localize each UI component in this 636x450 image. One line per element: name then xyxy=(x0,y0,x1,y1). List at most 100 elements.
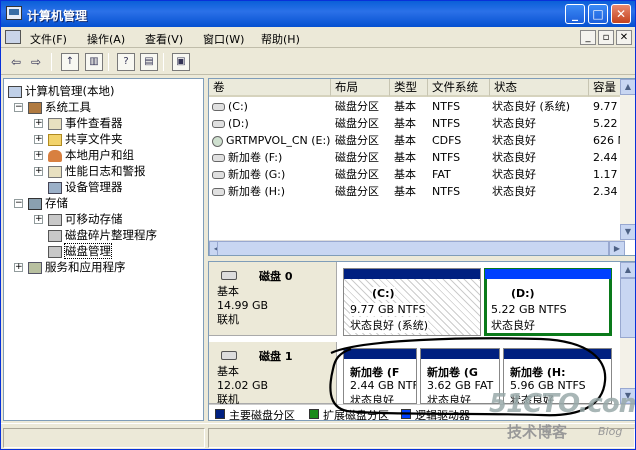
maximize-button[interactable]: □ xyxy=(588,4,608,24)
storage-icon xyxy=(28,197,42,210)
partition-bar xyxy=(504,349,611,359)
performance-icon xyxy=(48,165,62,178)
tree-services-apps[interactable]: 服务和应用程序 xyxy=(28,259,126,275)
partition-title: 新加卷 (H: xyxy=(510,366,566,379)
device-manager-icon xyxy=(48,181,62,194)
expand-toggle[interactable]: + xyxy=(34,167,43,176)
expand-toggle[interactable]: + xyxy=(14,263,23,272)
tree-storage[interactable]: 存储 xyxy=(28,195,68,211)
users-icon xyxy=(48,149,62,162)
menu-window[interactable]: 窗口(W) xyxy=(203,31,244,47)
vertical-scrollbar[interactable]: ▲ ▼ xyxy=(620,79,635,240)
collapse-toggle[interactable]: − xyxy=(14,199,23,208)
disk-1-label[interactable]: 磁盘 1 基本 12.02 GB 联机 xyxy=(209,342,337,406)
scroll-up-button[interactable]: ▲ xyxy=(620,79,635,95)
col-type[interactable]: 类型 xyxy=(390,79,428,97)
partition-g[interactable]: 新加卷 (G 3.62 GB FAT 状态良好 xyxy=(420,348,500,404)
tree-local-users[interactable]: 本地用户和组 xyxy=(48,147,134,163)
table-cell-status: 状态良好 (系统) xyxy=(492,100,571,113)
disk-map-scrollbar[interactable]: ▲ ▼ xyxy=(620,262,635,404)
partition-size: 5.22 GB NTFS xyxy=(491,303,567,316)
partition-c[interactable]: (C:) 9.77 GB NTFS 状态良好 (系统) xyxy=(343,268,481,336)
tree-event-viewer[interactable]: 事件查看器 xyxy=(48,115,123,131)
expand-toggle[interactable]: + xyxy=(34,135,43,144)
scroll-down-button[interactable]: ▼ xyxy=(620,224,635,240)
table-cell-status: 状态良好 xyxy=(492,168,536,181)
table-row[interactable]: GRTMPVOL_CN (E:) 磁盘分区 基本 CDFS 状态良好 626 MB xyxy=(209,132,635,149)
expand-toggle[interactable]: + xyxy=(34,119,43,128)
disk-icon xyxy=(221,351,237,360)
menu-help[interactable]: 帮助(H) xyxy=(261,31,300,47)
expand-toggle[interactable]: + xyxy=(34,151,43,160)
legend-logical: 逻辑驱动器 xyxy=(415,409,470,421)
tree-disk-management[interactable]: 磁盘管理 xyxy=(48,243,112,259)
minimize-button[interactable]: _ xyxy=(565,4,585,24)
table-row[interactable]: (C:) 磁盘分区 基本 NTFS 状态良好 (系统) 9.77 GB xyxy=(209,98,635,115)
table-row[interactable]: 新加卷 (H:) 磁盘分区 基本 NTFS 状态良好 2.34 GB xyxy=(209,183,635,200)
col-status[interactable]: 状态 xyxy=(490,79,589,97)
scroll-up-button[interactable]: ▲ xyxy=(620,262,635,278)
toolbar-separator xyxy=(108,53,109,71)
table-cell-fs: NTFS xyxy=(432,100,461,113)
up-folder-icon[interactable]: ↑ xyxy=(61,53,79,71)
event-viewer-icon xyxy=(48,117,62,130)
tree-shared-folders[interactable]: 共享文件夹 xyxy=(48,131,123,147)
disk-0-label[interactable]: 磁盘 0 基本 14.99 GB 联机 xyxy=(209,262,337,336)
scroll-thumb[interactable] xyxy=(217,241,609,255)
table-cell-vol: (D:) xyxy=(209,115,331,132)
tree-label: 磁盘管理 xyxy=(64,243,112,259)
partition-status: 状态良好 xyxy=(350,394,394,404)
col-layout[interactable]: 布局 xyxy=(331,79,390,97)
table-cell-fs: NTFS xyxy=(432,185,461,198)
tree-removable-storage[interactable]: 可移动存储 xyxy=(48,211,123,227)
table-cell-type: 基本 xyxy=(394,117,416,130)
expand-toggle[interactable]: + xyxy=(34,215,43,224)
table-cell-vol: 新加卷 (G:) xyxy=(209,166,331,183)
tree-defrag[interactable]: 磁盘碎片整理程序 xyxy=(48,227,157,243)
col-volume[interactable]: 卷 xyxy=(209,79,331,97)
tree-root[interactable]: 计算机管理(本地) xyxy=(8,83,114,99)
disk-state: 联机 xyxy=(217,313,239,326)
app-icon xyxy=(6,6,22,20)
close-button[interactable]: ✕ xyxy=(611,4,631,24)
mmc-icon[interactable] xyxy=(5,30,21,44)
menu-file[interactable]: 文件(F) xyxy=(30,31,67,47)
table-row[interactable]: (D:) 磁盘分区 基本 NTFS 状态良好 5.22 GB xyxy=(209,115,635,132)
mdi-minimize-button[interactable]: _ xyxy=(580,30,596,45)
show-tree-icon[interactable]: ▥ xyxy=(85,53,103,71)
col-filesystem[interactable]: 文件系统 xyxy=(428,79,490,97)
mdi-close-button[interactable]: ✕ xyxy=(616,30,632,45)
console-icon[interactable]: ▣ xyxy=(172,53,190,71)
tree-system-tools[interactable]: 系统工具 xyxy=(28,99,91,115)
horizontal-scrollbar[interactable]: ◀ ▶ xyxy=(209,240,625,255)
collapse-toggle[interactable]: − xyxy=(14,103,23,112)
table-row[interactable]: 新加卷 (F:) 磁盘分区 基本 NTFS 状态良好 2.44 GB xyxy=(209,149,635,166)
tree-device-manager[interactable]: 设备管理器 xyxy=(48,179,123,195)
cd-icon xyxy=(212,135,223,147)
partition-d[interactable]: (D:) 5.22 GB NTFS 状态良好 xyxy=(484,268,612,336)
table-cell-type: 基本 xyxy=(394,168,416,181)
help-pane-icon[interactable]: ▤ xyxy=(140,53,158,71)
disk-size: 12.02 GB xyxy=(217,379,269,392)
drive-icon xyxy=(212,188,225,196)
partition-f[interactable]: 新加卷 (F 2.44 GB NTF 状态良好 xyxy=(343,348,417,404)
disk-type: 基本 xyxy=(217,285,239,298)
scroll-thumb[interactable] xyxy=(620,278,635,338)
tree-perf-logs[interactable]: 性能日志和警报 xyxy=(48,163,146,179)
menu-view[interactable]: 查看(V) xyxy=(145,31,183,47)
partition-size: 3.62 GB FAT xyxy=(427,379,494,392)
back-arrow-icon[interactable]: ⇦ xyxy=(7,53,25,71)
forward-arrow-icon[interactable]: ⇨ xyxy=(27,53,45,71)
table-cell-fs: FAT xyxy=(432,168,451,181)
table-row[interactable]: 新加卷 (G:) 磁盘分区 基本 FAT 状态良好 1.17 GB xyxy=(209,166,635,183)
title-bar[interactable]: 计算机管理 _ □ ✕ xyxy=(1,1,635,27)
volume-name: 新加卷 (G:) xyxy=(228,168,286,181)
scroll-right-button[interactable]: ▶ xyxy=(609,241,625,255)
mdi-restore-button[interactable]: ▫ xyxy=(598,30,614,45)
menu-action[interactable]: 操作(A) xyxy=(87,31,125,47)
table-cell-status: 状态良好 xyxy=(492,185,536,198)
status-pane-right xyxy=(208,428,635,448)
tree-label: 设备管理器 xyxy=(65,180,123,194)
properties-icon[interactable]: ? xyxy=(117,53,135,71)
drive-icon xyxy=(212,154,225,162)
